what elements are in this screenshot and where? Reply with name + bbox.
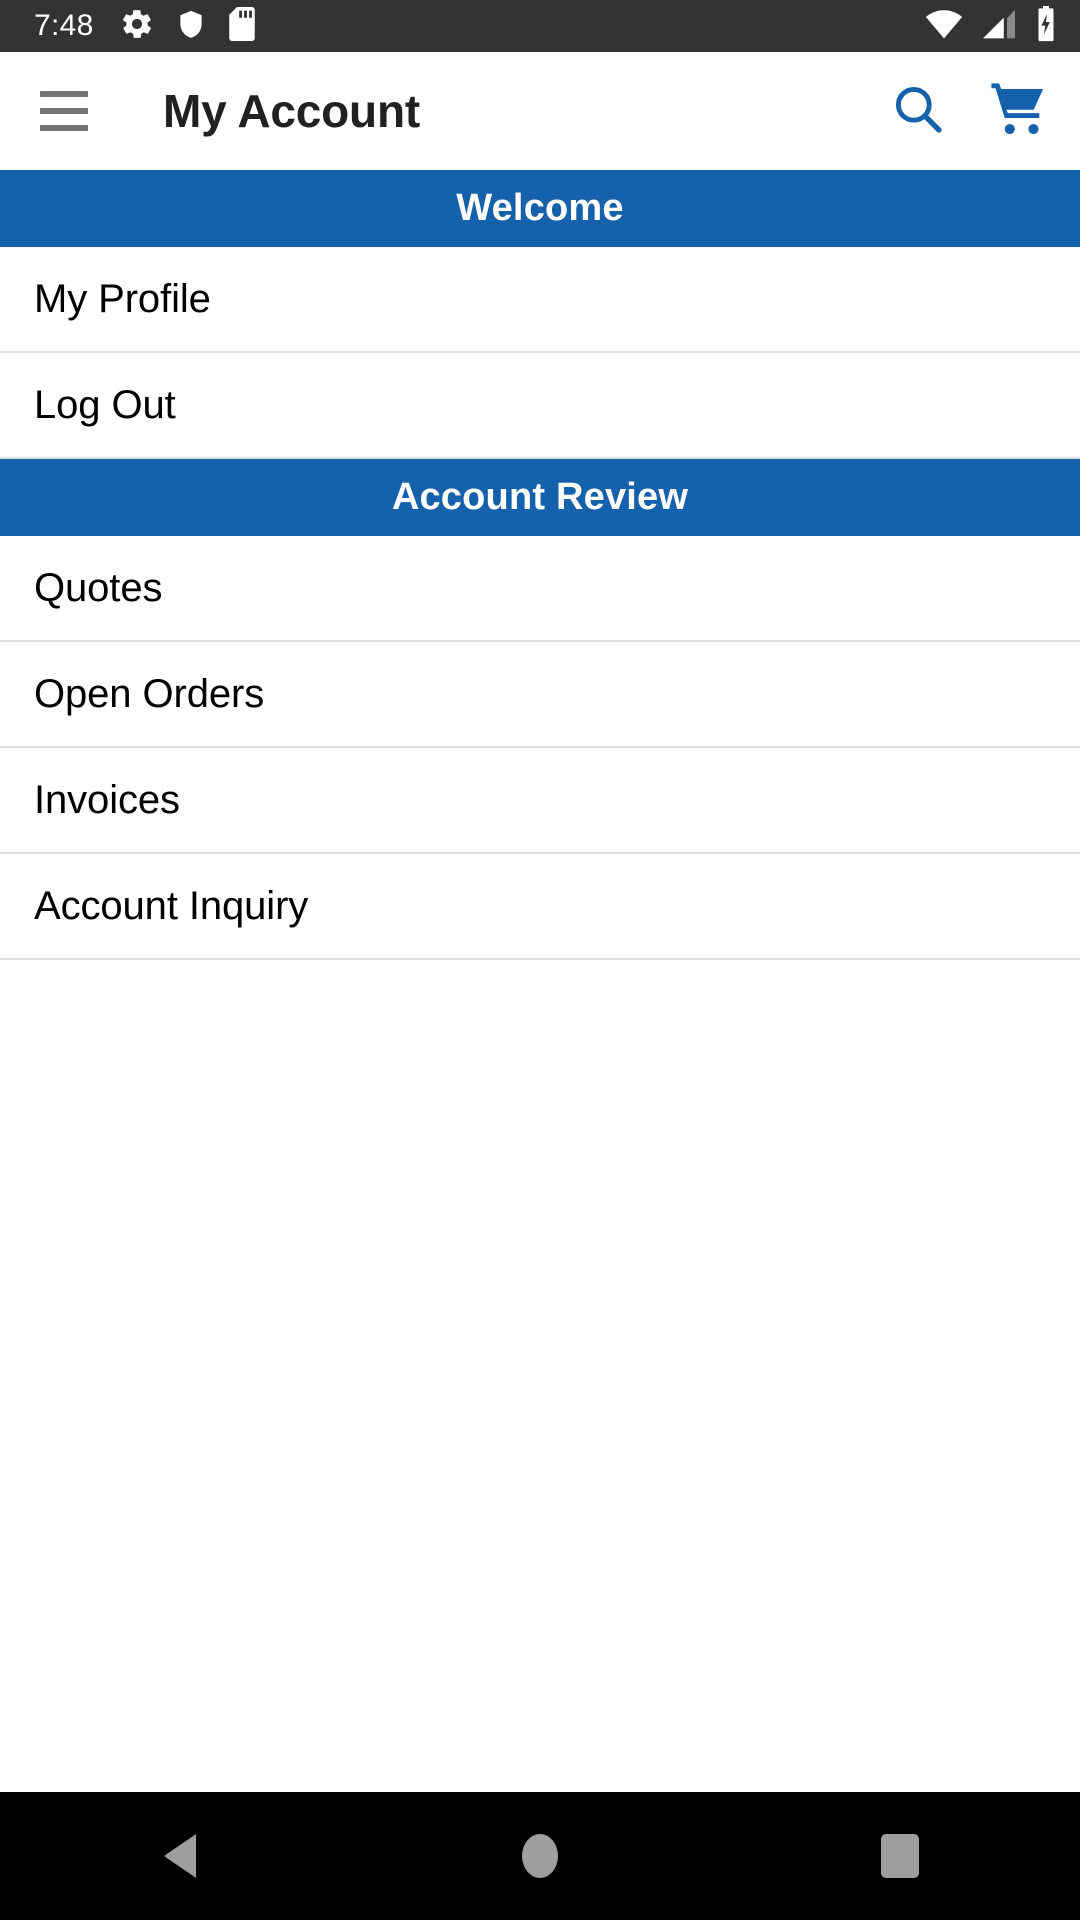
sd-card-icon <box>228 6 256 46</box>
gear-icon <box>120 7 154 46</box>
app-bar: My Account <box>0 52 1080 170</box>
system-navigation-bar <box>0 1792 1080 1920</box>
status-left-icons <box>120 6 256 46</box>
battery-charging-icon <box>1034 5 1058 47</box>
status-bar: 7:48 <box>0 0 1080 52</box>
list-item-open-orders[interactable]: Open Orders <box>0 642 1080 748</box>
list-item-label: Quotes <box>34 566 163 610</box>
app-bar-actions <box>886 79 1050 143</box>
cart-button[interactable] <box>986 79 1050 143</box>
home-circle-icon <box>522 1834 558 1878</box>
hamburger-line-3 <box>40 125 88 131</box>
shield-icon <box>176 7 206 46</box>
search-button[interactable] <box>886 79 950 143</box>
list-item-my-profile[interactable]: My Profile <box>0 247 1080 353</box>
back-triangle-icon <box>164 1834 196 1878</box>
list-item-label: My Profile <box>34 277 211 321</box>
list-item-label: Log Out <box>34 383 176 427</box>
hamburger-line-1 <box>40 91 88 97</box>
wifi-icon <box>924 8 964 45</box>
page-title: My Account <box>163 85 420 137</box>
status-right-icons <box>924 5 1058 47</box>
search-icon <box>890 81 946 142</box>
status-clock: 7:48 <box>34 9 94 42</box>
nav-recents-button[interactable] <box>820 1792 980 1920</box>
list-item-account-inquiry[interactable]: Account Inquiry <box>0 854 1080 960</box>
list-item-label: Open Orders <box>34 672 265 716</box>
list-item-label: Invoices <box>34 778 180 822</box>
list-item-quotes[interactable]: Quotes <box>0 536 1080 642</box>
hamburger-menu-icon[interactable] <box>40 83 96 139</box>
list-item-log-out[interactable]: Log Out <box>0 353 1080 459</box>
list-item-invoices[interactable]: Invoices <box>0 748 1080 854</box>
nav-back-button[interactable] <box>100 1792 260 1920</box>
phone-screen: 7:48 My Account Welcome My Profile Log O… <box>0 0 1080 1920</box>
section-header-welcome: Welcome <box>0 170 1080 247</box>
cellular-signal-icon <box>980 8 1018 45</box>
nav-home-button[interactable] <box>460 1792 620 1920</box>
list-item-label: Account Inquiry <box>34 884 309 928</box>
section-header-account-review: Account Review <box>0 459 1080 536</box>
recents-square-icon <box>881 1834 919 1878</box>
hamburger-line-2 <box>40 108 88 114</box>
shopping-cart-icon <box>988 80 1048 143</box>
account-menu-list: Welcome My Profile Log Out Account Revie… <box>0 170 1080 1792</box>
